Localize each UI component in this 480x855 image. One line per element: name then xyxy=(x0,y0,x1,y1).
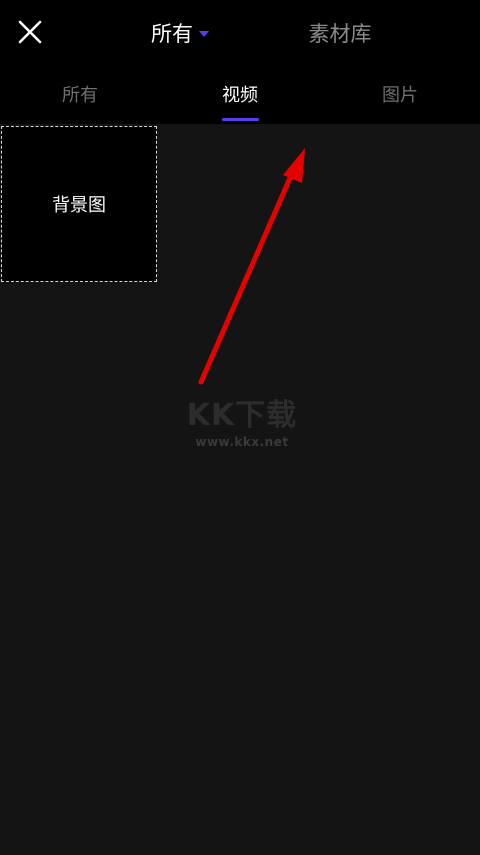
close-button[interactable] xyxy=(10,12,50,52)
media-picker-screen: 所有 素材库 所有 视频 图片 背景图 KK下载 www.kkx.net xyxy=(0,0,480,855)
source-dropdown[interactable]: 所有 xyxy=(120,14,240,52)
active-tab-indicator xyxy=(222,118,259,121)
tab-all[interactable]: 所有 xyxy=(0,64,160,124)
top-bar: 所有 素材库 xyxy=(0,0,480,64)
media-grid: 背景图 xyxy=(0,124,480,855)
tab-image[interactable]: 图片 xyxy=(320,64,480,124)
source-dropdown-label: 所有 xyxy=(151,22,193,46)
background-image-label: 背景图 xyxy=(52,195,106,216)
tab-video[interactable]: 视频 xyxy=(160,64,320,124)
background-image-item[interactable]: 背景图 xyxy=(1,126,157,282)
material-library-tab[interactable]: 素材库 xyxy=(280,14,400,52)
caret-down-icon xyxy=(199,31,209,37)
close-icon xyxy=(18,20,42,44)
media-type-tabs: 所有 视频 图片 xyxy=(0,64,480,124)
